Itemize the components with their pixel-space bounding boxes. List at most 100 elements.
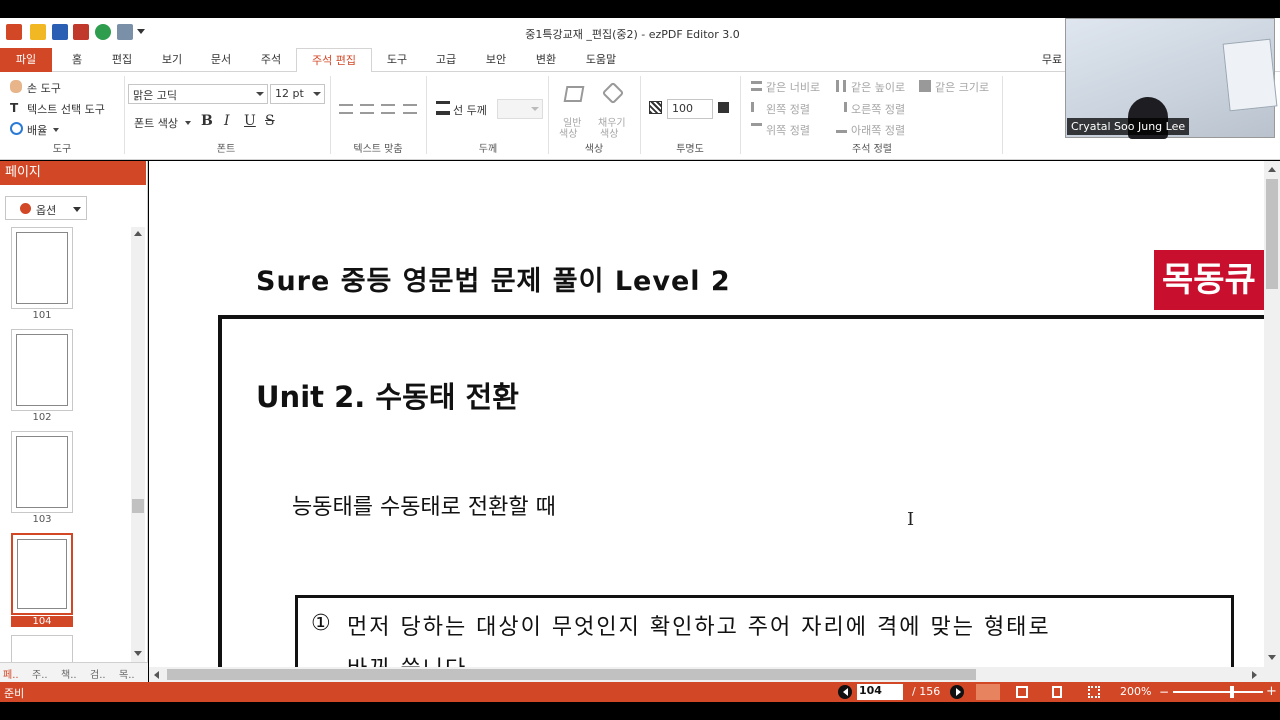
zoom-dropdown-icon[interactable] [53,128,59,132]
zoom-icon [10,122,23,135]
document-view[interactable]: Sure 중등 영문법 문제 풀이 Level 2 목동큐 Unit 2. 수동… [149,161,1280,667]
zoom-slider-handle[interactable] [1230,686,1234,698]
same-width-button[interactable]: 같은 너비로 [766,79,820,95]
font-color-dropdown-icon[interactable] [185,121,191,125]
zoom-slider[interactable] [1173,691,1263,693]
align-left-annot-button[interactable]: 왼쪽 정렬 [766,101,810,117]
same-size-button[interactable]: 같은 크기로 [935,79,989,95]
tab-file[interactable]: 파일 [0,48,52,72]
tab-security[interactable]: 보안 [478,48,514,72]
normal-color-label-b[interactable]: 색상 [559,125,577,140]
opacity-value: 100 [672,102,693,115]
item-text: 먼저 당하는 대상이 무엇인지 확인하고 주어 자리에 격에 맞는 형태로 [347,615,1051,640]
subheading: 능동태를 수동태로 전환할 때 [292,495,556,520]
pen-color-icon [563,86,585,102]
align-left-annot-icon [751,102,762,112]
item-number: ① [311,611,331,636]
font-size-select[interactable]: 12 pt [270,84,325,104]
zoom-button[interactable]: 배율 [27,122,47,138]
tab-view[interactable]: 보기 [154,48,190,72]
page-thumbnail[interactable] [11,227,73,309]
item-text-continued: 바꿔 씁니다 [347,651,467,667]
italic-button[interactable]: I [224,113,230,129]
panel-tab-bookmarks[interactable]: 책.. [61,666,77,681]
scroll-down-icon[interactable] [134,651,142,656]
page-input[interactable]: 104 [857,684,903,700]
chevron-down-icon [313,92,321,96]
grid-view-icon[interactable] [1088,686,1100,698]
video-overlay: Cryatal Soo Jung Lee [1065,18,1278,139]
panel-tab-contents[interactable]: 목.. [119,666,135,681]
same-height-button[interactable]: 같은 높이로 [851,79,905,95]
scroll-down-icon[interactable] [1268,655,1276,660]
hand-icon [10,80,22,93]
options-label: 옵션 [36,204,57,217]
page-thumbnail[interactable] [11,329,73,411]
arrange-group-label: 주석 정렬 [852,144,892,155]
separator [740,76,741,154]
underline-button[interactable]: U [244,113,256,129]
panel-tab-annotations[interactable]: 주.. [32,666,48,681]
align-top-annot-icon [751,123,762,133]
scroll-thumb[interactable] [132,499,144,513]
tab-edit[interactable]: 편집 [104,48,140,72]
two-page-view-icon[interactable] [1016,686,1028,698]
fill-color-label-b[interactable]: 색상 [600,125,618,140]
opacity-input[interactable]: 100 [667,99,713,119]
same-height-icon [836,80,846,92]
hand-tool-button[interactable]: 손 도구 [27,80,61,96]
line-thickness-select[interactable] [497,99,543,119]
opacity-icon [649,101,662,114]
panel-tab-pages[interactable]: 페.. [3,666,19,681]
align-left-icon[interactable] [339,104,353,114]
panel-scrollbar[interactable] [131,227,145,662]
strikethrough-button[interactable]: S [265,113,275,129]
document-vertical-scrollbar[interactable] [1264,161,1280,667]
zoom-out-icon[interactable]: − [1159,685,1169,699]
single-page-view-icon[interactable] [976,684,1000,700]
align-bottom-annot-button[interactable]: 아래쪽 정렬 [851,122,905,138]
font-name-select[interactable]: 맑은 고딕 [128,84,268,104]
tab-help[interactable]: 도움말 [578,48,624,72]
tab-annotation-edit[interactable]: 주석 편집 [296,48,372,73]
opacity-group-label: 투명도 [676,144,704,155]
scroll-left-icon[interactable] [154,671,159,679]
scroll-thumb[interactable] [1266,179,1278,289]
align-top-annot-button[interactable]: 위쪽 정렬 [766,122,810,138]
font-color-button[interactable]: 폰트 색상 [134,115,178,131]
scroll-up-icon[interactable] [134,231,142,236]
zoom-in-icon[interactable]: + [1266,684,1277,699]
tab-convert[interactable]: 변환 [528,48,564,72]
chevron-right-icon [956,688,961,696]
tab-tools[interactable]: 도구 [380,48,414,72]
panel-tab-search[interactable]: 검.. [90,666,106,681]
page-thumbnail[interactable] [11,635,73,665]
text-select-tool-button[interactable]: 텍스트 선택 도구 [27,101,105,117]
tab-document[interactable]: 문서 [203,48,239,72]
chevron-down-icon [531,107,539,111]
align-justify-icon[interactable] [403,104,417,114]
align-right-annot-button[interactable]: 오른쪽 정렬 [851,101,905,117]
options-button[interactable]: 옵션 [5,196,87,220]
status-bar: 준비 104 / 156 200% − + [0,682,1280,702]
align-bottom-annot-icon [836,123,847,133]
opacity-apply-icon[interactable] [718,102,729,113]
scroll-thumb[interactable] [167,669,976,680]
scroll-right-icon[interactable] [1252,671,1257,679]
align-right-annot-icon [836,102,847,112]
page-number: 103 [32,514,52,525]
tab-annotation[interactable]: 주석 [253,48,289,72]
tab-home[interactable]: 홈 [62,48,92,72]
page-thumbnail-selected[interactable] [11,533,73,615]
align-right-icon[interactable] [381,104,395,114]
separator [124,76,125,154]
line-thickness-button[interactable]: 선 두께 [453,102,487,118]
document-horizontal-scrollbar[interactable] [149,667,1280,682]
tab-advanced[interactable]: 고급 [428,48,464,72]
align-center-icon[interactable] [360,104,374,114]
page-thumbnail[interactable] [11,431,73,513]
scroll-up-icon[interactable] [1268,167,1276,172]
continuous-view-icon[interactable] [1052,686,1062,698]
brand-stamp: 목동큐 [1154,250,1274,310]
bold-button[interactable]: B [201,113,213,129]
